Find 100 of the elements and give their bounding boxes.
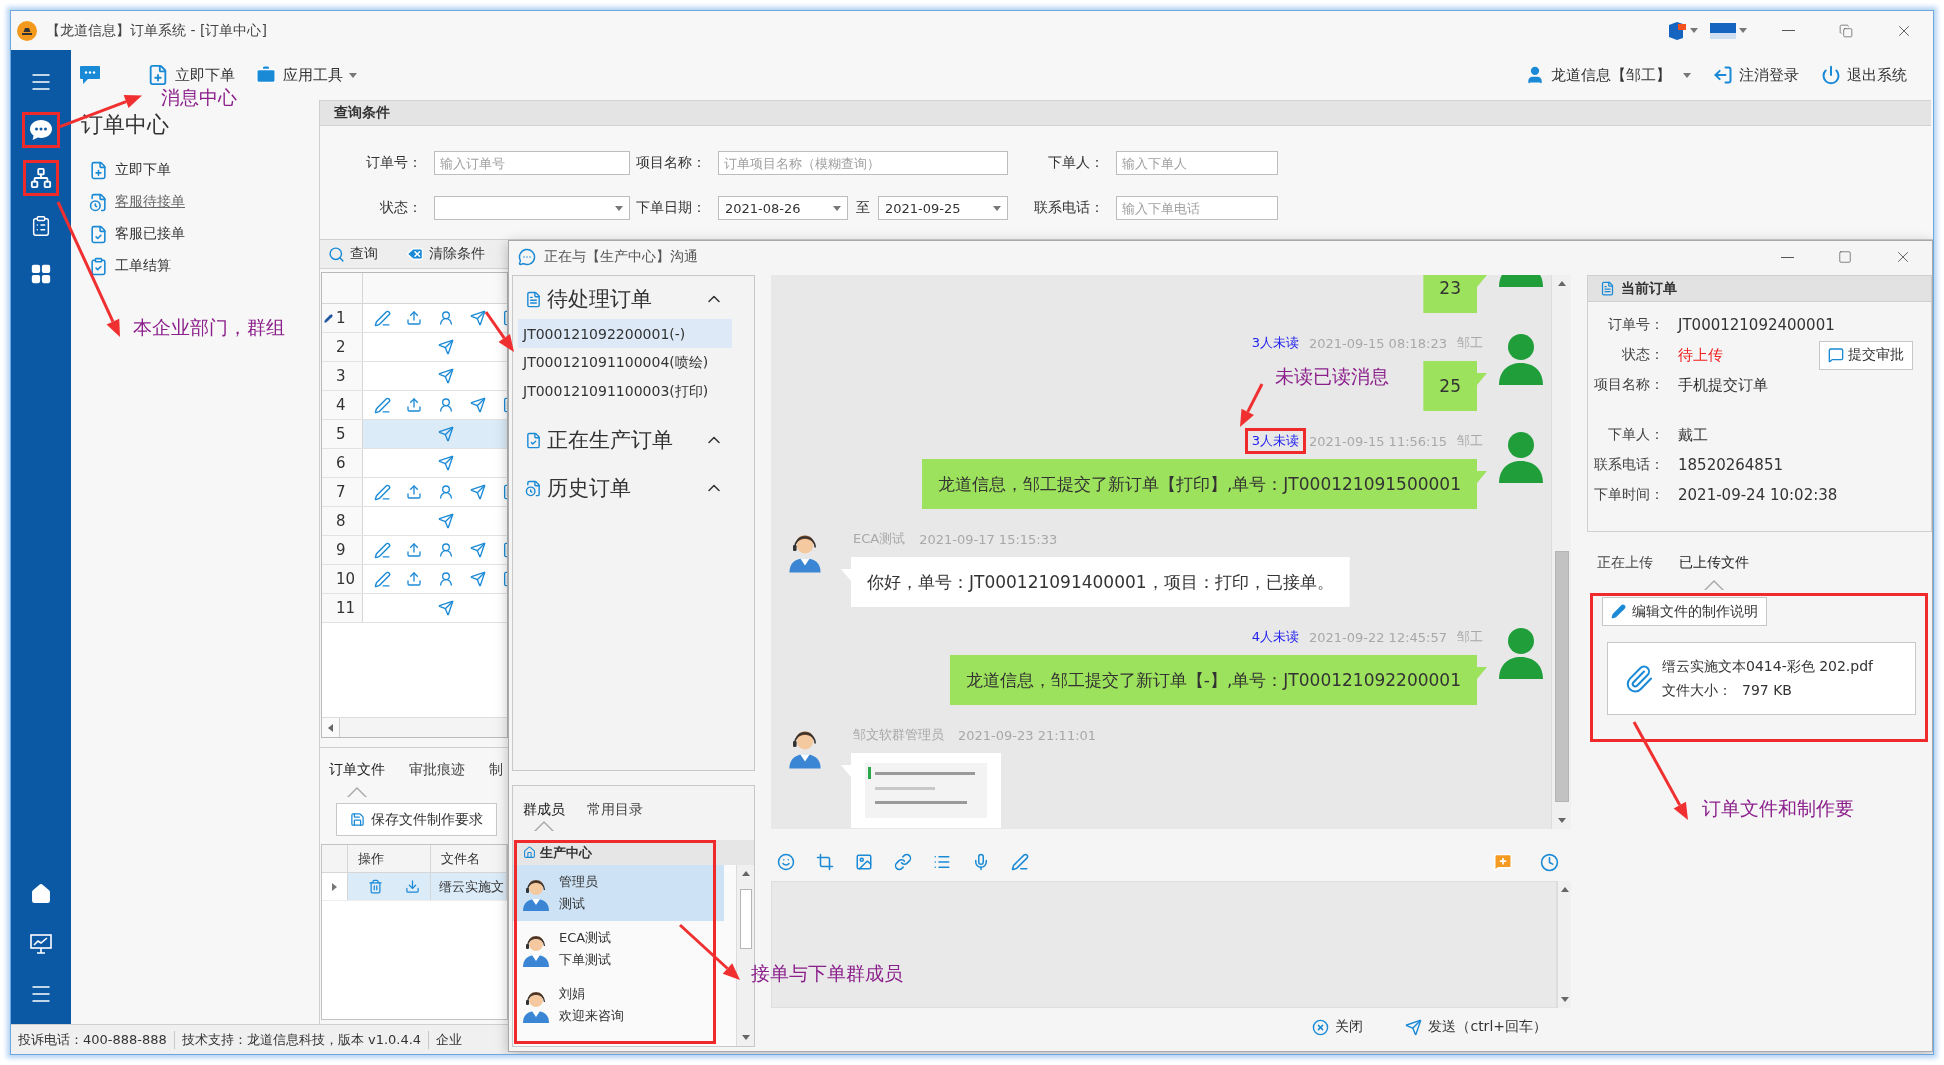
tab[interactable]: 已上传文件 [1677, 552, 1751, 590]
person-icon[interactable] [438, 484, 454, 500]
send-icon[interactable] [470, 310, 486, 326]
menu-item[interactable]: 立即下单 [81, 154, 171, 186]
send-button[interactable]: 发送（ctrl+回车） [1405, 1018, 1547, 1036]
table-row[interactable]: 6 [322, 449, 507, 478]
select-field[interactable] [434, 196, 630, 220]
send-icon[interactable] [438, 513, 454, 529]
microphone-icon[interactable] [972, 853, 990, 871]
send-icon[interactable] [470, 484, 486, 500]
scroll-up-icon[interactable] [741, 871, 750, 876]
order-item[interactable]: JT000121091100003(打印) [518, 377, 732, 406]
order-group-header[interactable]: 历史订单 [518, 474, 754, 502]
scroll-down-icon[interactable] [741, 1035, 750, 1040]
tab[interactable]: 审批痕迹 [407, 759, 467, 797]
menu-item[interactable]: 客服待接单 [81, 186, 185, 218]
scroll-down-icon[interactable] [1557, 818, 1566, 823]
person-icon[interactable] [438, 397, 454, 413]
order-group-header[interactable]: 待处理订单 [518, 285, 754, 313]
menu-item[interactable]: 客服已接单 [81, 218, 185, 250]
menu-item[interactable]: 工单结算 [81, 250, 171, 282]
send-icon[interactable] [470, 542, 486, 558]
send-icon[interactable] [470, 571, 486, 587]
scroll-down-icon[interactable] [1560, 997, 1569, 1002]
monitor-chart-icon[interactable] [30, 934, 52, 954]
logout-button[interactable]: 注消登录 [1713, 65, 1799, 85]
tools-menu-button[interactable]: 应用工具 [255, 64, 357, 86]
upload-icon[interactable] [406, 397, 422, 413]
table-row[interactable]: 5 [322, 420, 507, 449]
clock-icon[interactable] [1540, 852, 1559, 872]
send-icon[interactable] [438, 455, 454, 471]
list-icon[interactable] [933, 853, 951, 871]
tab[interactable]: 群成员 [521, 799, 567, 831]
member-item[interactable]: ECA测试 下单测试 [513, 921, 724, 977]
edit-icon[interactable] [373, 309, 391, 327]
chat-icon[interactable] [22, 112, 60, 148]
send-icon[interactable] [438, 339, 454, 355]
table-row[interactable]: 2 [322, 333, 507, 362]
text-field[interactable]: 输入订单号 [434, 151, 630, 175]
table-row[interactable]: 3 [322, 362, 507, 391]
home-icon[interactable] [30, 883, 52, 905]
tab[interactable]: 制 [487, 759, 505, 797]
upload-icon[interactable] [406, 310, 422, 326]
pen-icon[interactable] [1011, 853, 1029, 871]
person-icon[interactable] [438, 542, 454, 558]
send-icon[interactable] [438, 426, 454, 442]
close-button[interactable]: 关闭 [1312, 1018, 1364, 1036]
grid-icon[interactable] [30, 263, 52, 285]
clear-button[interactable]: 清除条件 [406, 245, 485, 263]
file-card[interactable]: 缙云实施文本0414-彩色 202.pdf 文件大小： 797 KB [1607, 642, 1916, 715]
chat-plus-icon[interactable] [1493, 852, 1513, 872]
tab[interactable]: 常用目录 [585, 799, 645, 831]
table-row[interactable]: 9 [322, 536, 507, 565]
vertical-scrollbar[interactable] [1551, 275, 1571, 829]
emoji-icon[interactable] [777, 853, 795, 871]
link-icon[interactable] [894, 853, 912, 871]
search-button[interactable]: 查询 [328, 245, 378, 263]
member-item[interactable]: 管理员 测试 [513, 865, 724, 921]
person-icon[interactable] [438, 571, 454, 587]
delete-icon[interactable] [368, 879, 383, 894]
scroll-up-icon[interactable] [1560, 887, 1569, 892]
message-input[interactable] [771, 881, 1557, 1008]
member-item[interactable]: 刘娟 欢迎来咨询 [513, 977, 724, 1033]
scroll-up-icon[interactable] [1557, 281, 1566, 286]
tab[interactable]: 订单文件 [327, 759, 387, 797]
document-icon[interactable] [502, 397, 507, 413]
submit-button[interactable]: 提交审批 [1819, 340, 1913, 370]
date-field[interactable]: 2021-08-26 [718, 196, 848, 220]
document-icon[interactable] [502, 571, 507, 587]
edit-icon[interactable] [373, 570, 391, 588]
send-icon[interactable] [438, 368, 454, 384]
image-icon[interactable] [855, 853, 873, 871]
user-menu-button[interactable]: 龙道信息【邹工】 [1525, 65, 1691, 85]
crop-icon[interactable] [816, 853, 834, 871]
edit-icon[interactable] [373, 541, 391, 559]
vertical-scrollbar[interactable] [1557, 881, 1571, 1008]
edit-icon[interactable] [373, 396, 391, 414]
table-row[interactable]: 10 [322, 565, 507, 594]
document-icon[interactable] [502, 542, 507, 558]
document-icon[interactable] [502, 484, 507, 500]
upload-icon[interactable] [406, 571, 422, 587]
table-row[interactable]: 7 [322, 478, 507, 507]
table-row[interactable]: 8 [322, 507, 507, 536]
scroll-thumb[interactable] [739, 889, 752, 950]
horizontal-scrollbar[interactable] [322, 717, 507, 737]
table-row[interactable]: 11 [322, 594, 507, 623]
scroll-thumb[interactable] [1554, 551, 1569, 802]
text-field[interactable]: 输入下单电话 [1116, 196, 1278, 220]
tab[interactable]: 正在上传 [1595, 552, 1655, 590]
person-icon[interactable] [438, 310, 454, 326]
table-row[interactable]: 4 [322, 391, 507, 420]
document-icon[interactable] [502, 310, 507, 326]
upload-icon[interactable] [406, 542, 422, 558]
chat-icon[interactable] [79, 65, 101, 85]
text-field[interactable]: 订单项目名称（模糊查询） [718, 151, 1008, 175]
table-row[interactable]: 1 [322, 304, 507, 333]
edit-icon[interactable] [373, 483, 391, 501]
send-icon[interactable] [438, 600, 454, 616]
upload-icon[interactable] [406, 484, 422, 500]
new-order-button[interactable]: 立即下单 [147, 64, 235, 86]
